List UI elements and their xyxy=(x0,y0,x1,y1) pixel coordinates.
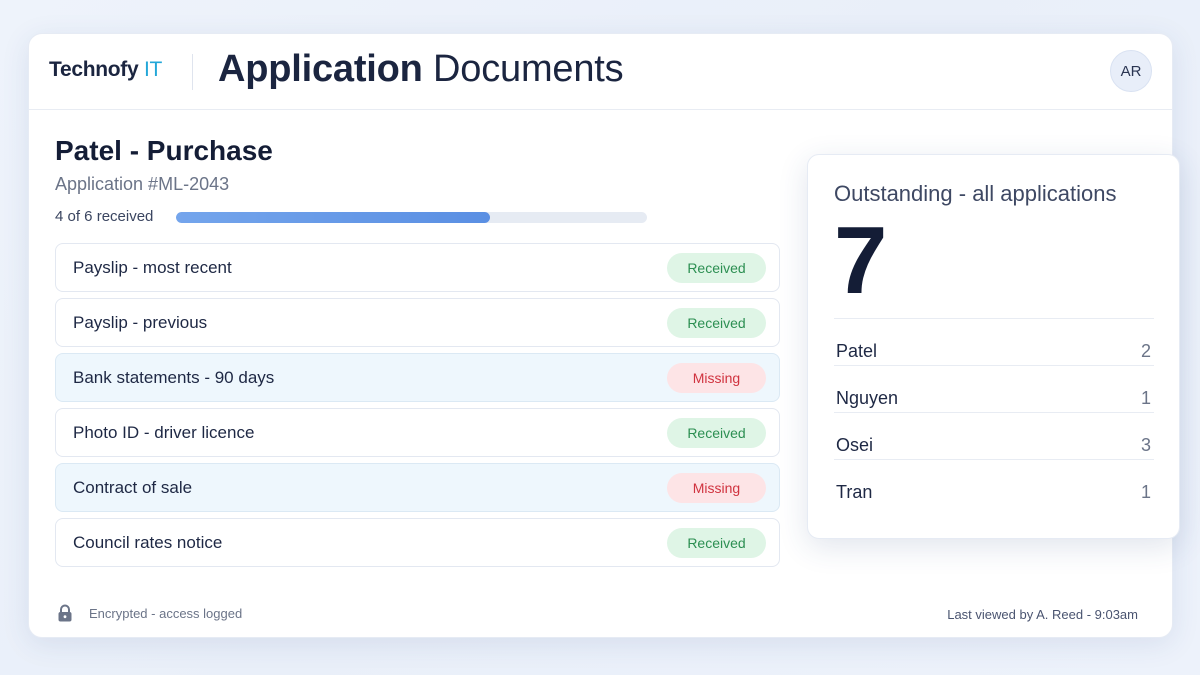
status-badge: Missing xyxy=(667,473,766,503)
document-name: Payslip - previous xyxy=(73,313,208,332)
outstanding-panel: Outstanding - all applications 7 Patel 2 N… xyxy=(807,154,1180,539)
outstanding-total: 7 xyxy=(834,207,888,314)
brand-accent: IT xyxy=(143,58,162,81)
document-name: Photo ID - driver licence xyxy=(73,423,255,442)
page-title-rest: Documents xyxy=(433,48,624,90)
header-divider xyxy=(192,54,193,90)
outstanding-row[interactable]: Tran 1 xyxy=(834,460,1154,507)
status-badge: Received xyxy=(667,418,766,448)
outstanding-list: Patel 2 Nguyen 1 Osei 3 Tran 1 xyxy=(834,318,1154,507)
status-badge: Received xyxy=(667,253,766,283)
applicant-name: Nguyen xyxy=(836,388,899,408)
application-name: Patel - Purchase xyxy=(55,135,273,166)
status-badge: Received xyxy=(667,308,766,338)
brand-logo[interactable]: Technofy IT xyxy=(49,58,162,82)
document-row[interactable]: Bank statements - 90 days Missing xyxy=(55,353,780,402)
outstanding-count: 1 xyxy=(1140,482,1151,502)
document-name: Contract of sale xyxy=(73,478,193,497)
document-list: Payslip - most recent Received Payslip - p… xyxy=(55,243,780,573)
document-row[interactable]: Photo ID - driver licence Received xyxy=(55,408,780,457)
user-avatar[interactable]: AR xyxy=(1110,50,1152,92)
brand-name: Technofy xyxy=(49,58,139,81)
progress-bar xyxy=(176,212,647,223)
document-row[interactable]: Payslip - previous Received xyxy=(55,298,780,347)
application-number: Application #ML-2043 xyxy=(55,174,230,194)
document-name: Payslip - most recent xyxy=(73,258,232,277)
outstanding-row[interactable]: Patel 2 xyxy=(834,319,1154,366)
outstanding-count: 1 xyxy=(1140,388,1151,408)
document-row[interactable]: Contract of sale Missing xyxy=(55,463,780,512)
lock-icon xyxy=(58,604,72,622)
page-title: Application Documents xyxy=(218,48,624,91)
page-title-strong: Application xyxy=(218,48,423,90)
security-text: Encrypted - access logged xyxy=(89,605,243,621)
applicant-name: Tran xyxy=(836,482,873,502)
document-row[interactable]: Payslip - most recent Received xyxy=(55,243,780,292)
document-name: Bank statements - 90 days xyxy=(73,368,275,387)
applicant-name: Osei xyxy=(836,435,874,455)
progress-label: 4 of 6 received xyxy=(55,208,154,225)
applicant-name: Patel xyxy=(836,341,878,361)
progress-bar-fill xyxy=(176,212,490,223)
last-viewed: Last viewed by A. Reed - 9:03am xyxy=(947,607,1138,622)
security-notice: Encrypted - access logged xyxy=(57,604,242,622)
status-badge: Missing xyxy=(667,363,766,393)
document-name: Council rates notice xyxy=(73,533,223,552)
outstanding-count: 3 xyxy=(1140,435,1151,455)
outstanding-title: Outstanding - all applications xyxy=(834,181,1117,206)
app-header: Technofy IT Application Documents AR xyxy=(29,34,1172,110)
outstanding-row[interactable]: Nguyen 1 xyxy=(834,366,1154,413)
document-row[interactable]: Council rates notice Received xyxy=(55,518,780,567)
status-badge: Received xyxy=(667,528,766,558)
outstanding-row[interactable]: Osei 3 xyxy=(834,413,1154,460)
outstanding-count: 2 xyxy=(1140,341,1151,361)
